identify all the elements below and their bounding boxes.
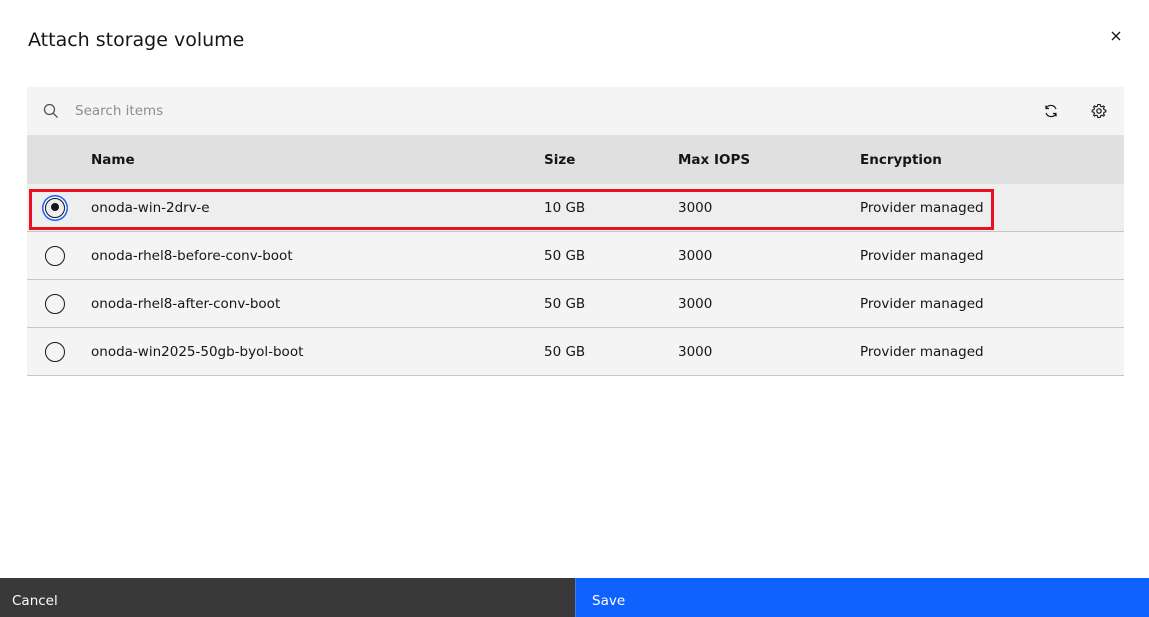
row-encryption: Provider managed	[860, 199, 984, 216]
column-header-encryption[interactable]: Encryption	[860, 135, 942, 184]
refresh-button[interactable]	[1039, 99, 1063, 123]
row-size: 10 GB	[544, 199, 586, 216]
modal-title: Attach storage volume	[28, 29, 245, 51]
table-toolbar	[27, 87, 1124, 135]
gear-icon	[1091, 103, 1107, 119]
refresh-icon	[1045, 104, 1057, 118]
row-radio-button[interactable]	[45, 341, 65, 362]
row-radio-button[interactable]	[45, 293, 65, 314]
column-header-name[interactable]: Name	[91, 135, 135, 184]
table-row[interactable]: onoda-win-2drv-e 10 GB 3000 Provider man…	[27, 184, 1124, 232]
settings-button[interactable]	[1087, 99, 1111, 123]
row-radio-button[interactable]	[45, 197, 65, 218]
row-max-iops: 3000	[678, 247, 713, 264]
save-button[interactable]: Save	[575, 578, 1149, 617]
row-encryption: Provider managed	[860, 247, 984, 264]
table-row[interactable]: onoda-rhel8-after-conv-boot 50 GB 3000 P…	[27, 280, 1124, 328]
row-encryption: Provider managed	[860, 343, 984, 360]
row-name: onoda-win2025-50gb-byol-boot	[91, 343, 304, 360]
row-name: onoda-win-2drv-e	[91, 199, 210, 216]
table-row[interactable]: onoda-win2025-50gb-byol-boot 50 GB 3000 …	[27, 328, 1124, 376]
row-size: 50 GB	[544, 295, 586, 312]
search-icon	[43, 103, 58, 118]
row-size: 50 GB	[544, 247, 586, 264]
close-icon	[1111, 31, 1121, 41]
table-header: Name Size Max IOPS Encryption	[27, 135, 1124, 184]
column-header-size[interactable]: Size	[544, 135, 575, 184]
row-name: onoda-rhel8-after-conv-boot	[91, 295, 281, 312]
column-header-max-iops[interactable]: Max IOPS	[678, 135, 750, 184]
search-input[interactable]	[67, 87, 1027, 135]
row-size: 50 GB	[544, 343, 586, 360]
row-name: onoda-rhel8-before-conv-boot	[91, 247, 293, 264]
row-encryption: Provider managed	[860, 295, 984, 312]
cancel-button[interactable]: Cancel	[0, 578, 575, 617]
row-max-iops: 3000	[678, 199, 713, 216]
row-radio-button[interactable]	[45, 245, 65, 266]
row-max-iops: 3000	[678, 295, 713, 312]
row-max-iops: 3000	[678, 343, 713, 360]
volume-table: Name Size Max IOPS Encryption onoda-win-…	[27, 87, 1124, 376]
modal-footer: Cancel Save	[0, 578, 1149, 617]
table-row[interactable]: onoda-rhel8-before-conv-boot 50 GB 3000 …	[27, 232, 1124, 280]
close-button[interactable]	[1106, 26, 1126, 46]
